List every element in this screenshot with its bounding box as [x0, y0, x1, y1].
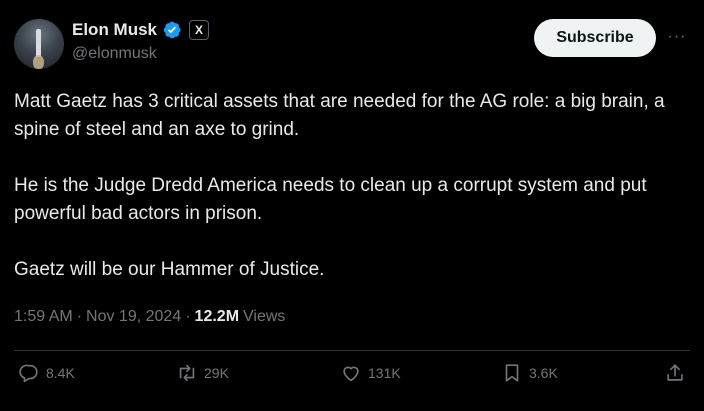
tweet-time[interactable]: 1:59 AM [14, 308, 73, 326]
bookmark-count: 3.6K [529, 365, 558, 381]
action-bar: 8.4K 29K 131K 3.6K [18, 362, 686, 398]
x-affiliate-badge[interactable]: X [189, 20, 210, 40]
tweet-date[interactable]: Nov 19, 2024 [86, 308, 181, 326]
tweet-header: Elon Musk X @elonmusk Subscribe ··· [14, 16, 688, 69]
verified-badge-icon[interactable] [162, 20, 182, 40]
views-label: Views [243, 308, 286, 325]
reply-count: 8.4K [46, 365, 75, 381]
repost-icon [179, 364, 195, 382]
repost-count: 29K [204, 365, 229, 381]
views-count: 12.2M [194, 308, 240, 325]
like-count: 131K [368, 365, 401, 381]
tweet-paragraph-1: Matt Gaetz has 3 critical assets that ar… [14, 91, 665, 140]
bookmark-icon [505, 364, 519, 382]
avatar-rocket [36, 29, 41, 57]
like-button[interactable]: 131K [340, 362, 401, 384]
tweet-meta: 1:59 AM · Nov 19, 2024 · 12.2M Views [14, 308, 285, 326]
meta-separator-1: · [76, 308, 83, 325]
avatar-flame [33, 55, 44, 69]
name-row: Elon Musk X [72, 20, 210, 40]
tweet-paragraph-3: Gaetz will be our Hammer of Justice. [14, 259, 325, 280]
handle[interactable]: @elonmusk [72, 45, 157, 63]
repost-button[interactable]: 29K [176, 362, 229, 384]
divider [14, 350, 690, 351]
tweet-paragraph-2: He is the Judge Dredd America needs to c… [14, 175, 647, 224]
bookmark-button[interactable]: 3.6K [501, 362, 558, 384]
reply-button[interactable]: 8.4K [18, 362, 75, 384]
share-button[interactable] [664, 362, 686, 384]
tweet-text: Matt Gaetz has 3 critical assets that ar… [14, 88, 684, 284]
subscribe-button[interactable]: Subscribe [534, 19, 656, 57]
meta-separator-2: · [185, 308, 191, 325]
more-options-icon[interactable]: ··· [666, 26, 688, 48]
reply-icon [19, 364, 38, 383]
heart-icon [343, 366, 359, 382]
avatar[interactable] [14, 19, 64, 69]
display-name[interactable]: Elon Musk [72, 20, 157, 40]
share-icon [667, 364, 683, 381]
